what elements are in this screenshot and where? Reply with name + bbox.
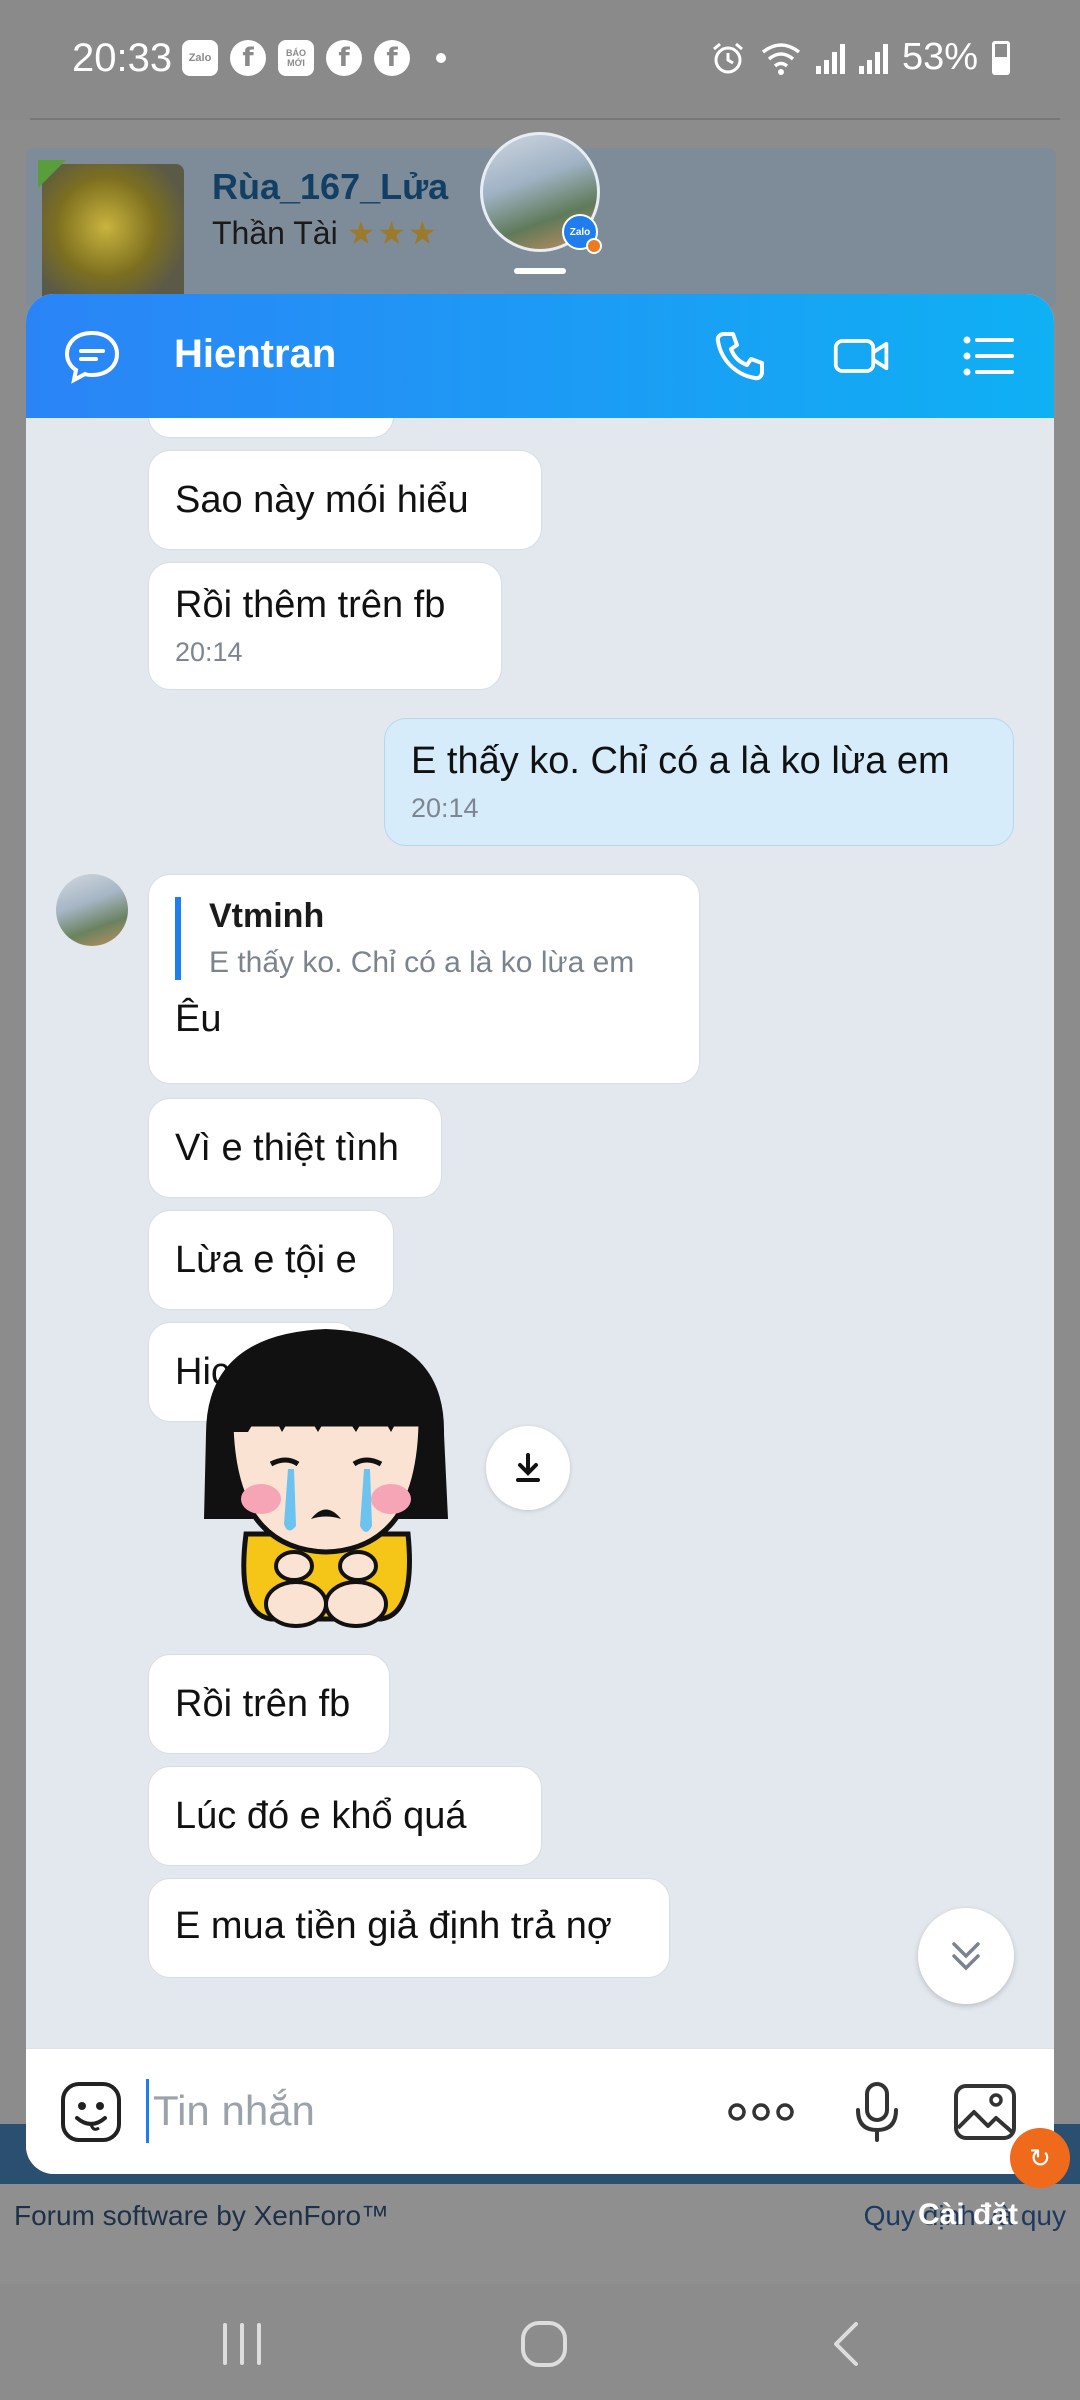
battery-icon: [992, 40, 1010, 75]
notification-icons: Zalo f BÁO MỚI f f: [182, 40, 446, 76]
forum-software-link[interactable]: Forum software by XenForo™: [14, 2200, 389, 2232]
message-text: Vì e thiệt tình: [175, 1126, 399, 1169]
contact-avatar[interactable]: [56, 874, 128, 946]
message-time: 20:14: [175, 637, 243, 667]
drag-handle[interactable]: [514, 268, 566, 274]
message-input[interactable]: [146, 2079, 706, 2143]
quoted-author: Vtminh: [209, 897, 325, 935]
message-time: 20:14: [411, 793, 479, 823]
double-chevron-down-icon: [952, 1942, 980, 1971]
system-status: 53%: [710, 36, 1010, 79]
message-text: Rồi trên fb: [175, 1682, 351, 1725]
recent-apps-button[interactable]: [202, 2304, 282, 2384]
navigation-bar: [0, 2284, 1080, 2400]
phone-icon[interactable]: [710, 328, 770, 384]
message-text: E mua tiền giả định trả nợ: [175, 1905, 612, 1947]
facebook-notification-icon: f: [326, 40, 362, 76]
message-input-bar: [26, 2048, 1054, 2174]
message-bubble[interactable]: Vì e thiệt tình: [148, 1098, 442, 1198]
home-button[interactable]: [504, 2304, 584, 2384]
more-dots-icon: [728, 2103, 794, 2121]
message-text: E thấy ko. Chỉ có a là ko lừa em: [411, 740, 950, 782]
video-call-icon[interactable]: [832, 328, 892, 384]
message-text: Rồi thêm trên fb: [175, 584, 446, 626]
message-bubble[interactable]: Rồi trên fb: [148, 1654, 390, 1754]
back-icon: [834, 2322, 858, 2366]
online-status-dot: [586, 238, 602, 254]
message-text: Lừa e tội e: [175, 1238, 357, 1281]
settings-label[interactable]: Cài đặt: [918, 2198, 1018, 2232]
baomoi-notification-icon: BÁO MỚI: [278, 40, 314, 76]
user-title-text: Thần Tài: [212, 215, 338, 251]
message-bubble[interactable]: Sao này mói hiểu: [148, 450, 542, 550]
user-rank-stars: ★★★: [346, 215, 439, 251]
chat-icon[interactable]: [62, 328, 122, 384]
quoted-message[interactable]: Vtminh E thấy ko. Chỉ có a là ko lừa em: [175, 897, 673, 980]
zalo-notification-icon: Zalo: [182, 40, 218, 76]
battery-percent: 53%: [901, 36, 978, 78]
online-indicator: [38, 160, 66, 188]
message-text: Lúc đó e khổ quá: [175, 1794, 467, 1837]
recent-apps-icon: [223, 2323, 261, 2365]
download-sticker-button[interactable]: [486, 1426, 570, 1510]
wifi-icon: [761, 42, 801, 75]
image-icon: [954, 2084, 1016, 2140]
message-bubble[interactable]: E mua tiền giả định trả nợ: [148, 1878, 670, 1978]
menu-icon[interactable]: [958, 328, 1018, 384]
scroll-to-bottom-button[interactable]: [918, 1908, 1014, 2004]
message-bubble[interactable]: Lúc đó e khổ quá: [148, 1766, 542, 1866]
home-icon: [521, 2321, 567, 2367]
message-bubble[interactable]: Lừa e tội e: [148, 1210, 394, 1310]
post-username[interactable]: Rùa_167_Lửa: [212, 166, 448, 208]
voice-message-button[interactable]: [842, 2077, 912, 2147]
message-bubble[interactable]: [148, 418, 394, 438]
outgoing-message-bubble[interactable]: E thấy ko. Chỉ có a là ko lừa em 20:14: [384, 718, 1014, 846]
alarm-icon: [712, 42, 743, 73]
emoji-icon: [61, 2082, 121, 2142]
status-time: 20:33: [72, 36, 173, 80]
floating-chat-icon[interactable]: ↻: [1010, 2128, 1070, 2188]
more-notifications-dot-icon: [436, 53, 446, 63]
quoted-text: E thấy ko. Chỉ có a là ko lừa em: [209, 946, 635, 979]
chat-header: Hientran: [26, 294, 1054, 418]
post-user-title: Thần Tài ★★★: [212, 214, 439, 252]
page-divider: [30, 118, 1060, 120]
more-options-button[interactable]: [726, 2077, 796, 2147]
download-icon: [516, 1453, 540, 1482]
emoji-button[interactable]: [56, 2077, 126, 2147]
reply-message-bubble[interactable]: Vtminh E thấy ko. Chỉ có a là ko lừa em …: [148, 874, 700, 1084]
status-bar: 20:33 Zalo f BÁO MỚI f f 53%: [0, 0, 1080, 120]
back-button[interactable]: [806, 2304, 886, 2384]
message-text: Êu: [175, 998, 222, 1040]
send-photo-button[interactable]: [950, 2077, 1020, 2147]
facebook-notification-icon: f: [374, 40, 410, 76]
chat-contact-name[interactable]: Hientran: [174, 332, 336, 377]
chat-window: Hientran Sao này mói hiểu Rồi thêm trên …: [26, 294, 1054, 2174]
message-text: Sao này mói hiểu: [175, 478, 469, 521]
facebook-notification-icon: f: [230, 40, 266, 76]
message-list[interactable]: Sao này mói hiểu Rồi thêm trên fb 20:14 …: [26, 418, 1054, 2042]
microphone-icon: [856, 2082, 898, 2142]
message-bubble[interactable]: Rồi thêm trên fb 20:14: [148, 562, 502, 690]
signal-icon: [815, 42, 845, 74]
signal-icon: [858, 42, 888, 74]
